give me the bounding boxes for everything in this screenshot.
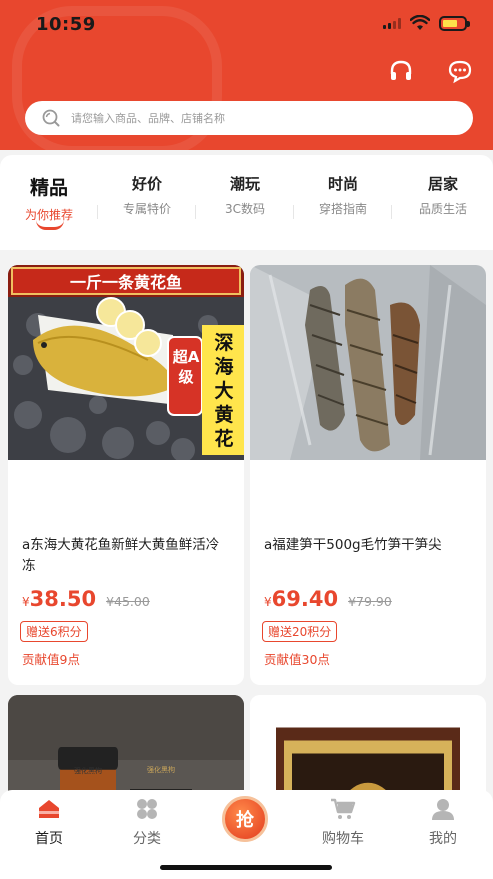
header: 10:59 请您输入商品、品牌、店铺名称 <box>0 0 493 150</box>
product-title: a东海大黄花鱼新鲜大黄鱼鲜活冷冻 <box>22 537 220 574</box>
category-subtitle: 穿搭指南 <box>318 202 367 216</box>
product-price: ¥38.50 ¥45.00 <box>22 587 150 611</box>
tab-label: 我的 <box>429 831 457 847</box>
tab-home[interactable]: 首页 <box>0 798 98 848</box>
tab-category-shishang[interactable]: 时尚 穿搭指南 <box>294 173 392 219</box>
category-title: 时尚 <box>327 175 358 193</box>
tab-label: 购物车 <box>322 831 364 847</box>
category-title: 好价 <box>131 175 162 193</box>
product-title: a福建笋干500g毛竹笋干笋尖 <box>264 537 442 553</box>
product-card[interactable]: a福建笋干500g毛竹笋干笋尖 ¥69.40 ¥79.90 赠送20积分 贡献值3… <box>250 265 486 685</box>
tab-cart[interactable]: 购物车 <box>294 798 392 848</box>
points-badge: 赠送6积分 <box>20 621 88 642</box>
product-card[interactable]: 一斤一条黄花鱼 超A级 深海大黄花 a东海大黄花鱼新鲜大黄鱼鲜活冷冻 ¥38.5… <box>8 265 244 685</box>
cart-icon <box>331 798 356 819</box>
search-placeholder: 请您输入商品、品牌、店铺名称 <box>71 112 225 125</box>
category-title: 居家 <box>427 175 458 193</box>
tab-category-jujia[interactable]: 居家 品质生活 <box>394 173 492 217</box>
contribution-value: 贡献值9点 <box>22 652 80 667</box>
product-image-bamboo-shoots <box>250 265 486 460</box>
jar-label: 强化黑枸 <box>74 767 102 775</box>
headset-icon[interactable] <box>388 58 414 84</box>
currency-symbol: ¥ <box>22 595 30 609</box>
category-subtitle: 3C数码 <box>224 202 265 216</box>
box-label: 强化黑枸 <box>147 766 175 774</box>
original-price: ¥79.90 <box>348 594 392 609</box>
price-value: 38.50 <box>29 587 97 611</box>
home-icon <box>39 800 59 818</box>
home-indicator <box>160 865 332 870</box>
tab-category-jingpin[interactable]: 精品 为你推荐 <box>0 173 98 223</box>
tab-label: 分类 <box>133 831 161 847</box>
grab-label: 抢 <box>236 810 254 831</box>
price-value: 69.40 <box>271 587 339 611</box>
tab-label: 首页 <box>35 831 63 847</box>
category-title: 精品 <box>29 177 68 199</box>
product-tag-label: 深海大黄花 <box>214 332 234 450</box>
grid-icon <box>137 799 157 819</box>
product-grade-label: 超A级 <box>172 348 200 386</box>
status-bar: 10:59 <box>0 0 493 48</box>
original-price: ¥45.00 <box>106 594 150 609</box>
search-input[interactable]: 请您输入商品、品牌、店铺名称 <box>25 101 473 135</box>
user-icon <box>432 799 454 820</box>
search-icon <box>42 109 60 127</box>
contribution-value: 贡献值30点 <box>264 652 330 667</box>
category-title: 潮玩 <box>229 175 260 193</box>
signal-icon <box>383 18 401 29</box>
wifi-icon <box>410 15 430 30</box>
tab-category-haojia[interactable]: 好价 专属特价 <box>98 173 196 219</box>
tab-category[interactable]: 分类 <box>98 798 196 848</box>
tab-grab[interactable]: 抢 <box>196 796 294 842</box>
tab-profile[interactable]: 我的 <box>394 798 492 848</box>
category-tabs: 精品 为你推荐 好价 专属特价 潮玩 3C数码 时尚 穿搭指南 居家 品质生活 <box>0 155 493 250</box>
product-image-fish <box>8 265 244 460</box>
status-time: 10:59 <box>36 14 96 35</box>
tab-category-chaowan[interactable]: 潮玩 3C数码 <box>196 173 294 219</box>
product-price: ¥69.40 ¥79.90 <box>264 587 392 611</box>
points-badge: 赠送20积分 <box>262 621 338 642</box>
category-subtitle: 专属特价 <box>122 202 171 216</box>
category-subtitle: 品质生活 <box>418 202 467 216</box>
product-banner: 一斤一条黄花鱼 <box>69 273 182 292</box>
chat-icon[interactable] <box>447 58 473 84</box>
currency-symbol: ¥ <box>264 595 272 609</box>
grab-icon: 抢 <box>222 796 268 842</box>
battery-icon <box>439 16 470 31</box>
